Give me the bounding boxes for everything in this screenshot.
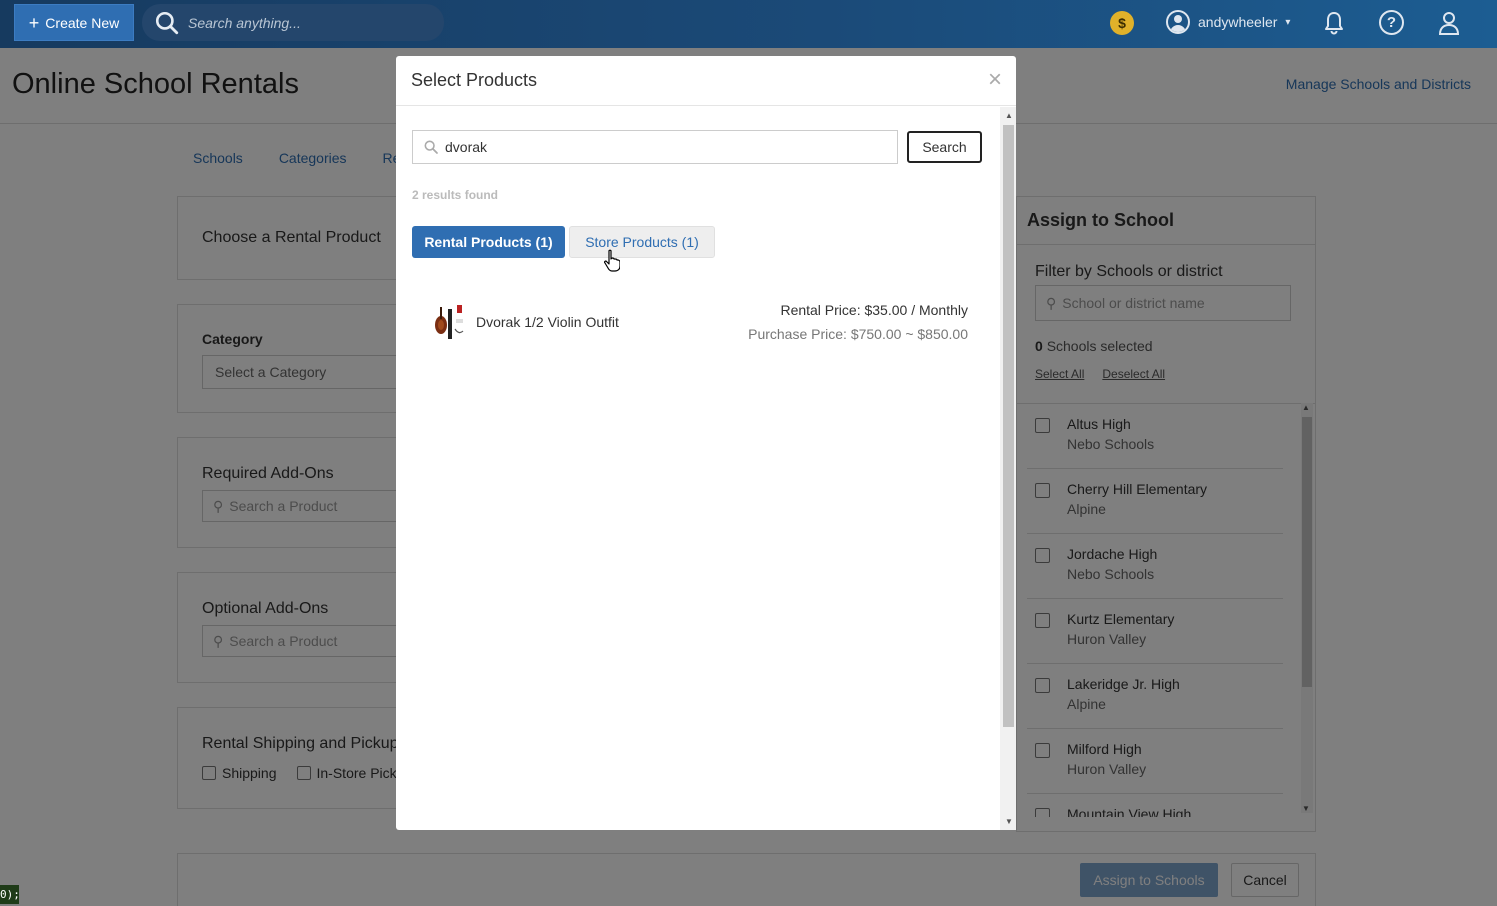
violin-thumbnail [428, 303, 468, 343]
help-icon[interactable]: ? [1379, 10, 1404, 35]
close-icon[interactable]: × [988, 68, 1002, 92]
purchase-price: Purchase Price: $750.00 ~ $850.00 [748, 326, 968, 342]
search-button[interactable]: Search [907, 131, 982, 163]
dollar-coin-icon[interactable]: $ [1110, 11, 1134, 35]
modal-header: Select Products × [396, 56, 1016, 106]
user-menu[interactable]: andywheeler ▾ [1166, 10, 1290, 34]
chevron-down-icon: ▾ [1285, 16, 1291, 28]
product-result-row[interactable]: Dvorak 1/2 Violin Outfit Rental Price: $… [412, 297, 984, 347]
select-products-modal: Select Products × Search 2 results found… [396, 56, 1016, 830]
results-count: 2 results found [412, 188, 499, 202]
plus-icon: + [28, 12, 40, 33]
scroll-up-icon[interactable]: ▲ [1005, 111, 1013, 120]
modal-scrollbar[interactable]: ▲ ▼ [1000, 107, 1016, 830]
product-search-field[interactable] [412, 130, 898, 164]
tab-rental-products[interactable]: Rental Products (1) [412, 226, 565, 258]
product-search-input[interactable] [445, 139, 885, 155]
global-search-input[interactable] [188, 14, 428, 31]
top-navigation-bar: + Create New $ andywheeler ▾ ? [0, 0, 1497, 48]
search-icon [155, 11, 179, 34]
product-name[interactable]: Dvorak 1/2 Violin Outfit [476, 314, 619, 330]
global-search[interactable] [142, 4, 444, 41]
search-icon [424, 140, 438, 154]
hand-cursor-icon [604, 249, 620, 272]
bell-icon[interactable] [1322, 10, 1346, 36]
rental-price: Rental Price: $35.00 / Monthly [780, 302, 968, 318]
modal-title: Select Products [411, 70, 538, 90]
account-icon[interactable] [1437, 10, 1461, 36]
scrollbar-thumb[interactable] [1003, 125, 1014, 727]
user-avatar-icon [1166, 10, 1190, 34]
tab-store-products[interactable]: Store Products (1) [569, 226, 715, 258]
console-snippet: 0); [0, 885, 20, 904]
create-new-button[interactable]: + Create New [14, 4, 134, 41]
scroll-down-icon[interactable]: ▼ [1005, 817, 1013, 826]
username: andywheeler [1198, 14, 1278, 30]
modal-body: Search 2 results found Rental Products (… [396, 107, 1000, 830]
create-new-label: Create New [45, 14, 120, 31]
